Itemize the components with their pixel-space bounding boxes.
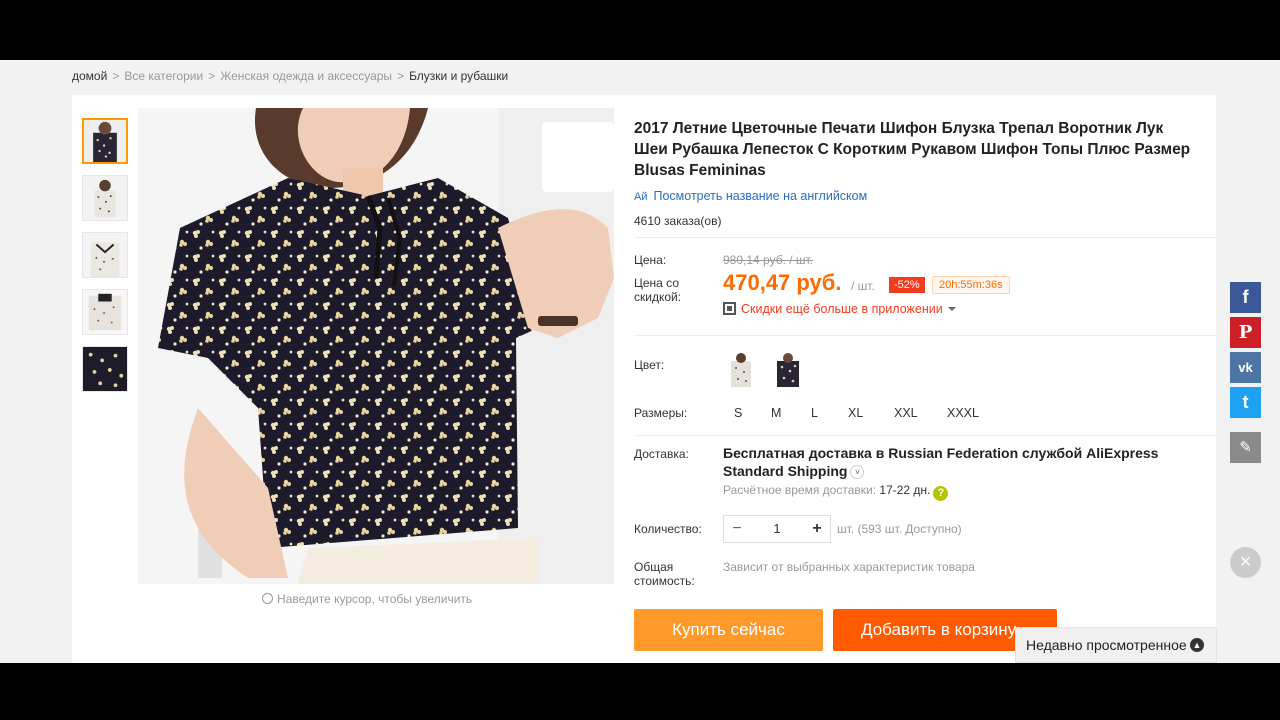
qr-code-icon — [723, 302, 736, 315]
chevron-up-icon[interactable]: ▲ — [1190, 638, 1204, 652]
size-option-m[interactable]: M — [768, 402, 784, 424]
app-discount-link[interactable]: Скидки ещё больше в приложении — [723, 302, 956, 316]
breadcrumb-separator: > — [208, 69, 216, 83]
thumbnail-1[interactable] — [82, 118, 128, 164]
shipping-method[interactable]: Бесплатная доставка в Russian Federation… — [723, 444, 1203, 480]
product-page: домой > Все категории > Женская одежда и акс… — [0, 60, 1280, 663]
product-main-image[interactable] — [138, 108, 614, 584]
per-unit-label: / шт. — [851, 279, 875, 293]
size-option-xl[interactable]: XL — [845, 402, 866, 424]
breadcrumb-current: Блузки и рубашки — [409, 69, 509, 83]
buy-now-button[interactable]: Купить сейчас — [634, 609, 823, 651]
divider — [634, 335, 1216, 336]
breadcrumb-separator: > — [397, 69, 405, 83]
thumbnail-2[interactable] — [82, 175, 128, 221]
orders-count: 4610 заказа(ов) — [634, 214, 722, 228]
thumbnail-4[interactable] — [82, 289, 128, 335]
color-swatch-dark[interactable] — [770, 351, 806, 387]
sizes-label: Размеры: — [634, 406, 688, 420]
twitter-share-button[interactable]: t — [1230, 387, 1261, 418]
breadcrumb-home-link[interactable]: домой — [72, 69, 107, 83]
quantity-decrease-button[interactable]: − — [724, 516, 750, 542]
quantity-input[interactable]: 1 — [750, 516, 804, 542]
recently-viewed-bar[interactable]: Недавно просмотренное ▲ — [1015, 627, 1217, 663]
countdown-timer: 20h:55m:36s — [932, 276, 1010, 294]
total-value: Зависит от выбранных характеристик товар… — [723, 560, 975, 574]
discount-badge: -52% — [889, 277, 925, 293]
edit-pencil-icon[interactable]: ✎ — [1230, 432, 1261, 463]
pinterest-share-button[interactable]: P — [1230, 317, 1261, 348]
old-price: 980,14 руб. / шт. — [723, 253, 814, 267]
thumbnail-list — [82, 118, 128, 403]
facebook-share-button[interactable]: f — [1230, 282, 1261, 313]
shipping-label: Доставка: — [634, 447, 689, 461]
size-option-l[interactable]: L — [808, 402, 821, 424]
sale-price: 470,47 руб. — [723, 270, 842, 295]
product-title: 2017 Летние Цветочные Печати Шифон Блузк… — [634, 120, 1191, 179]
price-label: Цена: — [634, 253, 667, 267]
quantity-increase-button[interactable]: + — [804, 516, 830, 542]
translate-icon: Aй — [634, 191, 648, 203]
quantity-stepper: − 1 + — [723, 515, 831, 543]
translate-title-link[interactable]: Aй Посмотреть название на английском — [634, 189, 867, 203]
breadcrumb-separator: > — [112, 69, 120, 83]
chevron-down-icon[interactable]: ˅ — [850, 465, 865, 479]
recently-viewed-label: Недавно просмотренное — [1026, 637, 1187, 653]
zoom-hint: Наведите курсор, чтобы увеличить — [262, 592, 472, 606]
divider — [634, 435, 1216, 436]
close-icon[interactable]: × — [1230, 547, 1261, 578]
thumbnail-5[interactable] — [82, 346, 128, 392]
breadcrumb-all-categories-link[interactable]: Все категории — [124, 69, 203, 83]
divider — [634, 237, 1216, 238]
size-option-xxl[interactable]: XXL — [891, 402, 921, 424]
quantity-available: шт. (593 шт. Доступно) — [837, 522, 962, 536]
delivery-time: Расчётное время доставки: 17-22 дн.? — [723, 483, 949, 501]
discount-price-label: Цена со скидкой: — [634, 276, 682, 304]
breadcrumb: домой > Все категории > Женская одежда и акс… — [72, 69, 508, 83]
total-label: Общая стоимость: — [634, 560, 695, 588]
size-option-xxxl[interactable]: XXXL — [944, 402, 982, 424]
thumbnail-3[interactable] — [82, 232, 128, 278]
color-label: Цвет: — [634, 358, 665, 372]
product-card: Наведите курсор, чтобы увеличить 2017 Ле… — [72, 95, 1216, 663]
color-swatch-light[interactable] — [723, 351, 759, 387]
chevron-down-icon — [947, 307, 956, 311]
delivery-days: 17-22 дн. — [879, 483, 931, 497]
size-option-s[interactable]: S — [731, 402, 745, 424]
vk-share-button[interactable]: vk — [1230, 352, 1261, 383]
breadcrumb-category-link[interactable]: Женская одежда и аксессуары — [220, 69, 392, 83]
magnifier-icon — [262, 593, 273, 604]
quantity-label: Количество: — [634, 522, 702, 536]
help-icon[interactable]: ? — [933, 486, 949, 501]
